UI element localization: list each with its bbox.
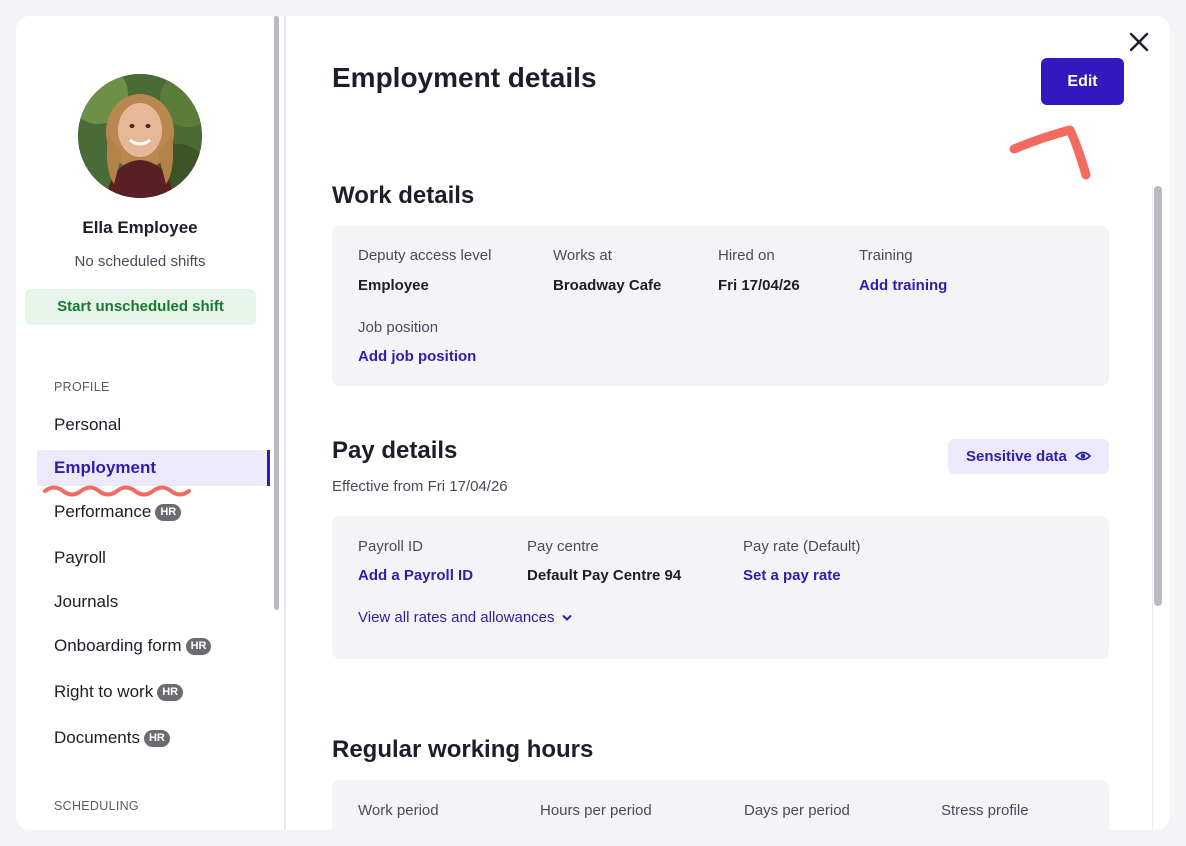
- sidebar-item-label: Onboarding form: [54, 636, 182, 655]
- scheduling-section-label: SCHEDULING: [54, 799, 139, 813]
- pay-details-card: Payroll ID Add a Payroll ID Pay centre D…: [332, 516, 1109, 659]
- field-value: Default Pay Centre 94: [527, 567, 682, 584]
- sidebar-item-right-to-work[interactable]: Right to work HR: [37, 674, 270, 710]
- sensitive-data-toggle[interactable]: Sensitive data: [948, 439, 1109, 474]
- sidebar-item-label: Journals: [54, 592, 119, 611]
- field-value: Broadway Cafe: [553, 277, 662, 294]
- sidebar-item-label: Documents: [54, 728, 140, 747]
- start-unscheduled-shift-button[interactable]: Start unscheduled shift: [25, 289, 256, 325]
- chevron-down-icon: [562, 615, 572, 621]
- hr-badge: HR: [185, 638, 212, 656]
- sidebar-item-label: Employment: [54, 458, 157, 477]
- hr-badge: HR: [155, 504, 182, 522]
- employee-profile-modal: Ella Employee No scheduled shifts Start …: [16, 16, 1170, 830]
- sidebar-item-journals[interactable]: Journals: [37, 584, 270, 620]
- work-details-heading: Work details: [332, 182, 475, 209]
- field-label: Training: [859, 247, 913, 264]
- field-label: Job position: [358, 319, 439, 336]
- sidebar-scrollbar[interactable]: [274, 16, 279, 610]
- pay-effective-date: Effective from Fri 17/04/26: [332, 478, 508, 495]
- sidebar-item-employment[interactable]: Employment: [37, 450, 270, 486]
- profile-sidebar: Ella Employee No scheduled shifts Start …: [16, 16, 286, 830]
- set-pay-rate-link[interactable]: Set a pay rate: [743, 567, 841, 584]
- work-details-card: Deputy access level Employee Works at Br…: [332, 226, 1109, 386]
- close-icon[interactable]: [1127, 30, 1151, 54]
- main-content: Employment details Edit Work details Dep…: [286, 16, 1170, 830]
- sidebar-item-payroll[interactable]: Payroll: [37, 540, 270, 576]
- page-title: Employment details: [332, 62, 597, 93]
- sidebar-item-onboarding-form[interactable]: Onboarding form HR: [37, 628, 270, 664]
- field-label: Works at: [553, 247, 612, 264]
- column-header: Hours per period: [540, 802, 652, 819]
- sidebar-item-performance[interactable]: Performance HR: [37, 494, 270, 530]
- add-payroll-id-link[interactable]: Add a Payroll ID: [358, 567, 473, 584]
- add-job-position-link[interactable]: Add job position: [358, 348, 476, 365]
- column-header: Stress profile: [941, 802, 1029, 819]
- profile-section-label: PROFILE: [54, 380, 110, 394]
- view-all-rates-label: View all rates and allowances: [358, 609, 555, 626]
- employee-name: Ella Employee: [82, 218, 198, 237]
- schedule-status: No scheduled shifts: [74, 253, 206, 270]
- arrow-annotation: [1009, 125, 1091, 180]
- sidebar-item-label: Payroll: [54, 548, 106, 567]
- sidebar-item-label: Right to work: [54, 682, 154, 701]
- sensitive-data-label: Sensitive data: [966, 448, 1067, 465]
- sidebar-item-documents[interactable]: Documents HR: [37, 720, 270, 756]
- pay-details-heading: Pay details: [332, 437, 458, 464]
- main-scroll-track: [1152, 186, 1153, 830]
- field-label: Hired on: [718, 247, 775, 264]
- sidebar-item-label: Personal: [54, 415, 122, 434]
- field-label: Pay rate (Default): [743, 538, 861, 555]
- edit-button[interactable]: Edit: [1041, 58, 1124, 105]
- main-scrollbar[interactable]: [1154, 186, 1162, 606]
- field-value: Employee: [358, 277, 429, 294]
- column-header: Work period: [358, 802, 439, 819]
- hr-badge: HR: [143, 730, 170, 748]
- avatar-photo: [78, 74, 202, 198]
- sidebar-item-label: Performance: [54, 502, 152, 521]
- view-all-rates-link[interactable]: View all rates and allowances: [358, 609, 572, 626]
- sidebar-item-personal[interactable]: Personal: [37, 407, 270, 443]
- hr-badge: HR: [157, 684, 184, 702]
- field-label: Deputy access level: [358, 247, 492, 264]
- avatar: [78, 74, 202, 198]
- field-value: Fri 17/04/26: [718, 277, 800, 294]
- working-hours-card: Work period Hours per period Days per pe…: [332, 780, 1109, 830]
- field-label: Pay centre: [527, 538, 599, 555]
- field-label: Payroll ID: [358, 538, 424, 555]
- add-training-link[interactable]: Add training: [859, 277, 947, 294]
- working-hours-heading: Regular working hours: [332, 736, 594, 763]
- column-header: Days per period: [744, 802, 850, 819]
- eye-icon: [1075, 451, 1091, 461]
